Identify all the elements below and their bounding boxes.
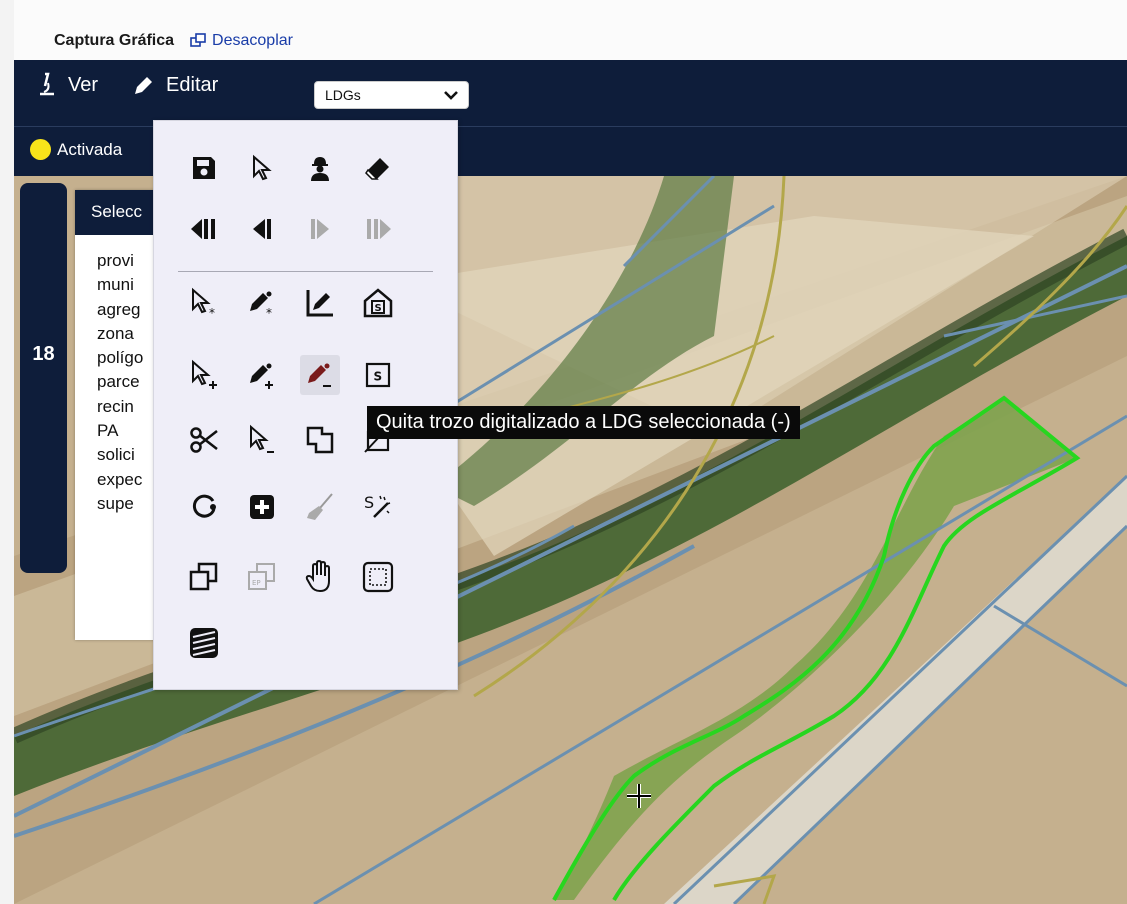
stripes-icon[interactable]	[184, 623, 224, 663]
building-s-icon[interactable]: S	[358, 283, 398, 323]
brush-icon	[300, 487, 340, 527]
side-tab-number: 18	[32, 343, 55, 365]
save-icon[interactable]	[184, 148, 224, 188]
chevron-down-icon	[444, 91, 458, 100]
pointer-icon[interactable]	[242, 148, 282, 188]
square-s-icon[interactable]: S	[358, 355, 398, 395]
decouple-link[interactable]: Desacoplar	[190, 32, 293, 50]
edit-label: Editar	[166, 73, 219, 96]
svg-text:S: S	[374, 370, 383, 384]
tooltip: Quita trozo digitalizado a LDG seleccion…	[367, 406, 800, 439]
status-label: Activada	[57, 139, 123, 159]
step-forward-icon	[300, 209, 340, 249]
select-minus-icon[interactable]	[242, 420, 282, 460]
pencil-star-icon[interactable]: *	[242, 283, 282, 323]
crosshair-cursor-icon	[627, 784, 651, 808]
view-button[interactable]: Ver	[36, 72, 98, 98]
menu-divider	[178, 271, 433, 272]
svg-text:*: *	[209, 306, 215, 319]
svg-text:EP: EP	[252, 579, 261, 587]
status-dot-icon	[30, 139, 51, 160]
hand-icon[interactable]	[300, 557, 340, 597]
svg-text:S: S	[364, 493, 374, 512]
decouple-label: Desacoplar	[212, 32, 293, 49]
layer-select-value: LDGs	[325, 87, 361, 103]
pencil-plus-icon[interactable]	[242, 355, 282, 395]
scissors-icon[interactable]	[184, 420, 224, 460]
edit-button[interactable]: Editar	[132, 73, 218, 97]
edit-tools-menu: * * S S S EP	[153, 120, 458, 690]
rotate-icon[interactable]	[184, 487, 224, 527]
eraser-icon[interactable]	[358, 148, 398, 188]
go-last-icon	[358, 209, 398, 249]
dashed-box-icon[interactable]	[358, 557, 398, 597]
step-back-icon[interactable]	[242, 209, 282, 249]
select-plus-icon[interactable]	[184, 355, 224, 395]
magic-s-icon[interactable]: S	[358, 487, 398, 527]
svg-text:*: *	[266, 306, 272, 319]
merge-icon[interactable]	[300, 420, 340, 460]
svg-text:S: S	[375, 303, 382, 314]
worker-icon[interactable]	[300, 148, 340, 188]
add-square-icon[interactable]	[242, 487, 282, 527]
main-toolbar: Ver Editar LDGs	[14, 60, 1127, 126]
copy-icon[interactable]	[184, 557, 224, 597]
layer-select[interactable]: LDGs	[314, 81, 469, 109]
select-star-icon[interactable]: *	[184, 283, 224, 323]
pencil-icon	[135, 77, 153, 94]
copy-disabled-icon: EP	[242, 557, 282, 597]
edit-line-icon[interactable]	[300, 283, 340, 323]
pencil-minus-icon[interactable]	[300, 355, 340, 395]
activation-status[interactable]: Activada	[30, 139, 122, 160]
microscope-icon	[40, 72, 54, 96]
detach-icon	[190, 33, 206, 47]
side-tab[interactable]: 18	[20, 183, 67, 573]
left-window-strip	[0, 0, 15, 904]
app-title: Captura Gráfica	[54, 32, 175, 49]
title-bar: Captura Gráfica Desacoplar	[14, 0, 1127, 60]
go-first-icon[interactable]	[184, 209, 224, 249]
view-label: Ver	[68, 73, 99, 96]
